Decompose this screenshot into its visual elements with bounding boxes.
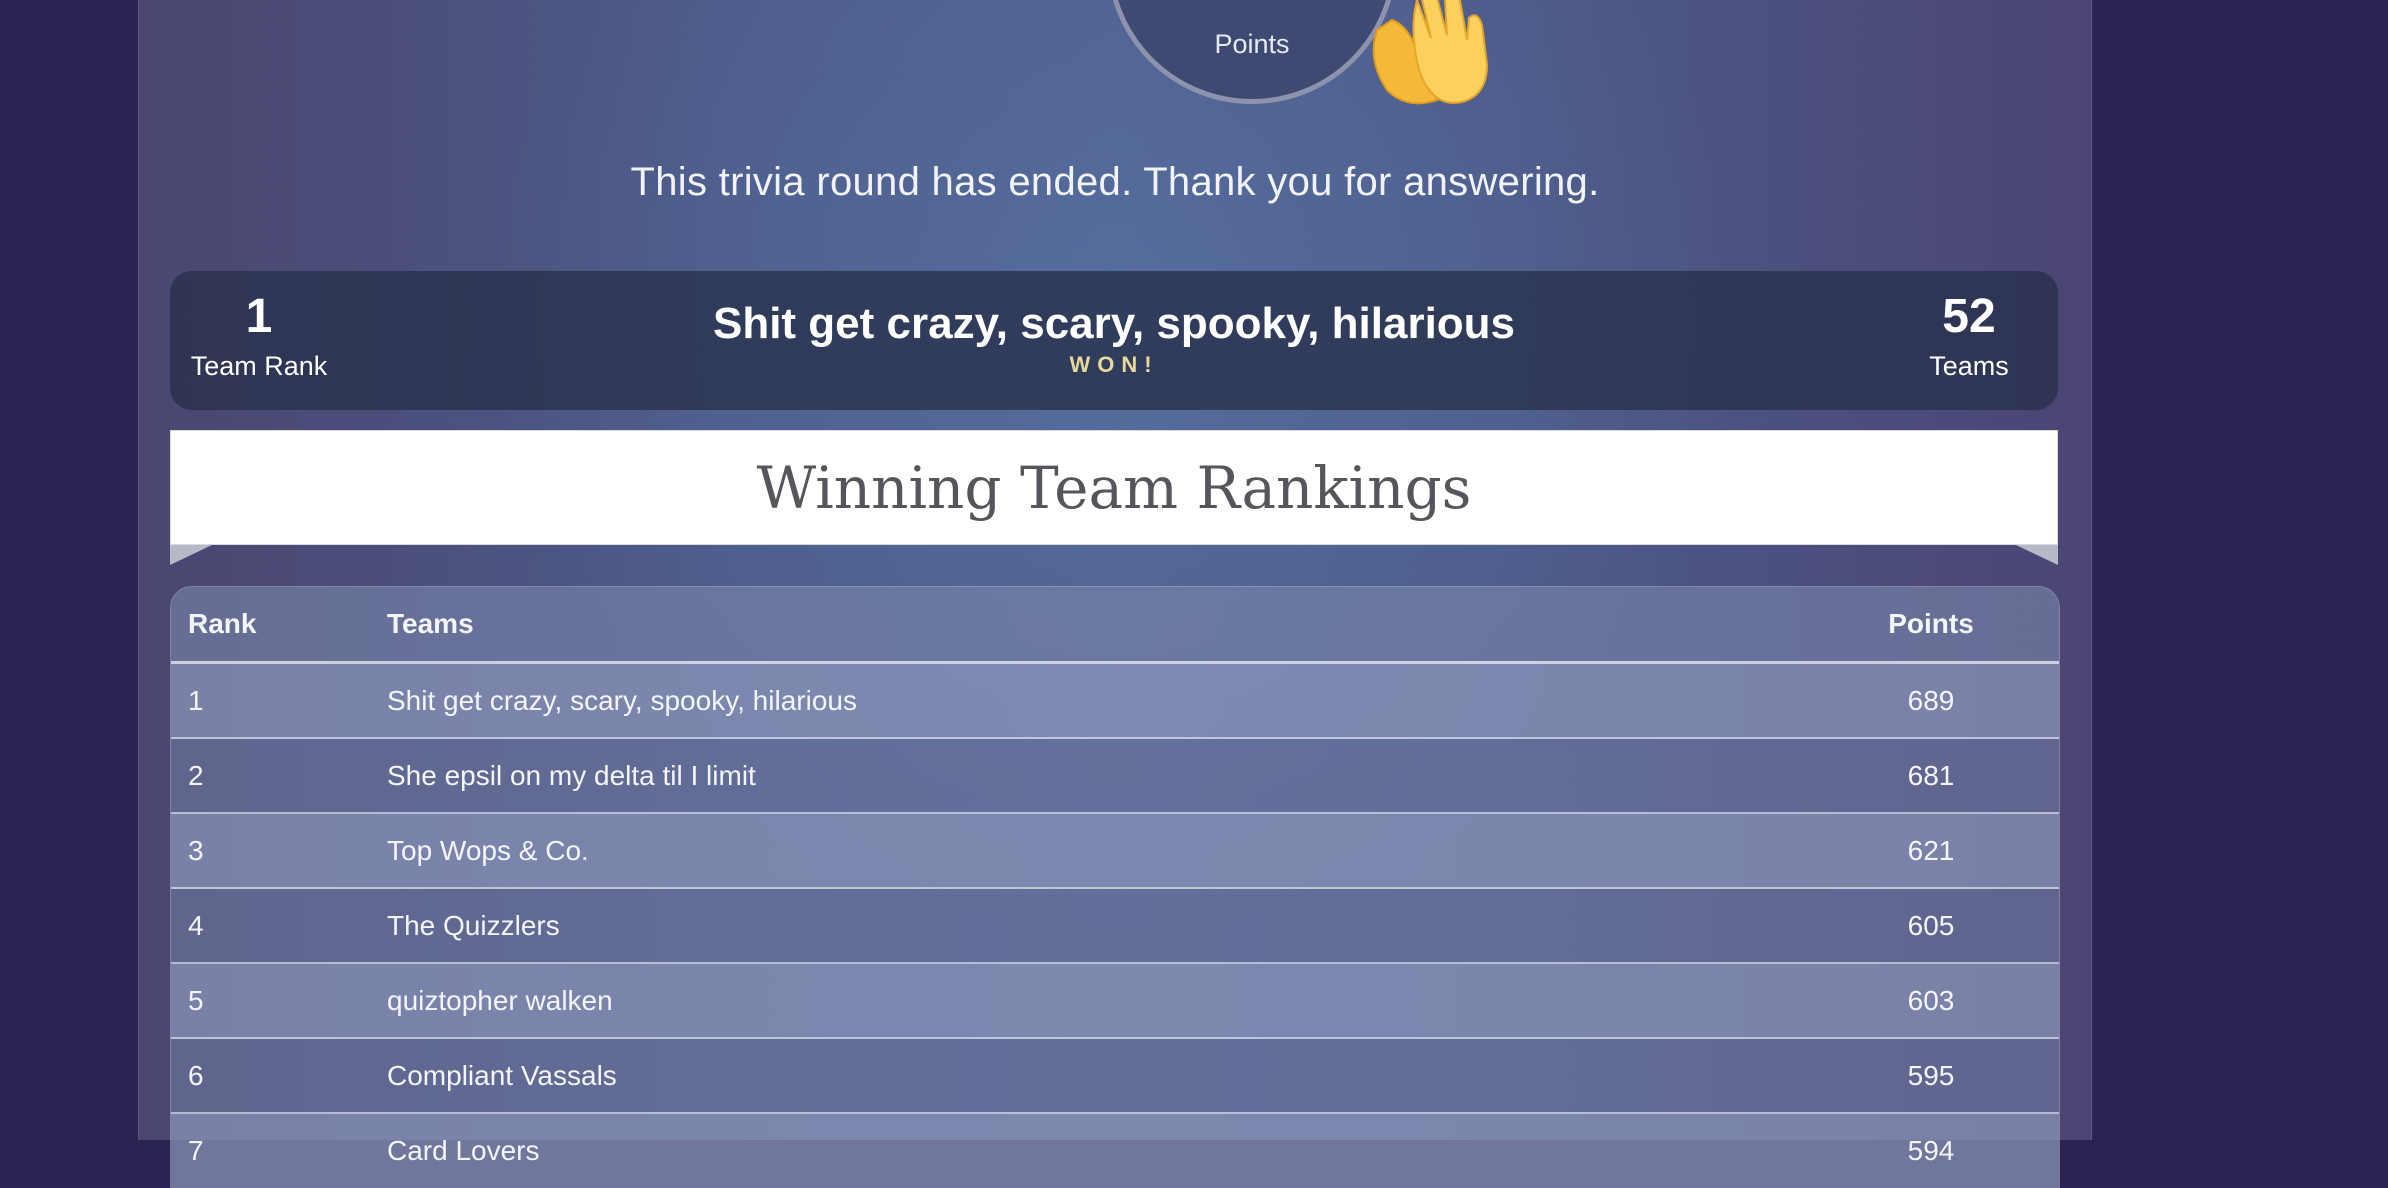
row-rank: 4 [188,910,204,941]
row-rank: 1 [188,685,204,716]
header-points: Points [1888,608,1974,639]
row-points: 621 [1907,835,1955,866]
table-row: 3 Top Wops & Co. 621 [171,814,2059,889]
ribbon-tail-left [170,545,212,565]
row-points: 689 [1907,685,1955,716]
teams-count-block: 52 Teams [1894,289,2044,382]
table-row: 4 The Quizzlers 605 [171,889,2059,964]
row-points: 605 [1907,910,1955,941]
round-ended-message: This trivia round has ended. Thank you f… [630,160,1600,204]
row-team: Shit get crazy, scary, spooky, hilarious [387,685,857,716]
won-badge: WON! [1069,352,1159,377]
row-rank: 7 [188,1135,204,1166]
table-row: 1 Shit get crazy, scary, spooky, hilario… [171,664,2059,739]
clapping-hands-icon [1372,0,1489,105]
row-team: Top Wops & Co. [387,835,589,866]
rankings-title: Winning Team Rankings [756,454,1472,522]
row-rank: 2 [188,760,204,791]
row-rank: 3 [188,835,204,866]
team-summary-bar: 1 Team Rank Shit get crazy, scary, spook… [170,271,2058,410]
row-team: Card Lovers [387,1135,540,1166]
teams-count-label: Teams [1929,351,2009,381]
header-teams: Teams [387,608,474,639]
team-name: Shit get crazy, scary, spooky, hilarious [712,299,1516,348]
row-team: quiztopher walken [387,985,613,1016]
rankings-table: Rank Teams Points 1 Shit get crazy, scar… [170,586,2060,1188]
row-points: 594 [1907,1135,1955,1166]
ribbon-tail-right [2016,545,2058,565]
table-row: 2 She epsil on my delta til I limit 681 [171,739,2059,814]
row-points: 603 [1907,985,1955,1016]
row-rank: 6 [188,1060,204,1091]
rankings-ribbon: Winning Team Rankings [170,430,2058,545]
table-header: Rank Teams Points [171,587,2059,664]
row-points: 681 [1907,760,1955,791]
team-name-block: Shit get crazy, scary, spooky, hilarious… [170,296,2058,378]
row-points: 595 [1907,1060,1955,1091]
header-rank: Rank [188,608,257,639]
row-team: The Quizzlers [387,910,560,941]
table-row: 5 quiztopher walken 603 [171,964,2059,1039]
teams-count-value: 52 [1942,290,1996,343]
table-row: 7 Card Lovers 594 [171,1114,2059,1187]
row-team: She epsil on my delta til I limit [387,760,756,791]
table-row: 6 Compliant Vassals 595 [171,1039,2059,1114]
row-rank: 5 [188,985,204,1016]
row-team: Compliant Vassals [387,1060,617,1091]
